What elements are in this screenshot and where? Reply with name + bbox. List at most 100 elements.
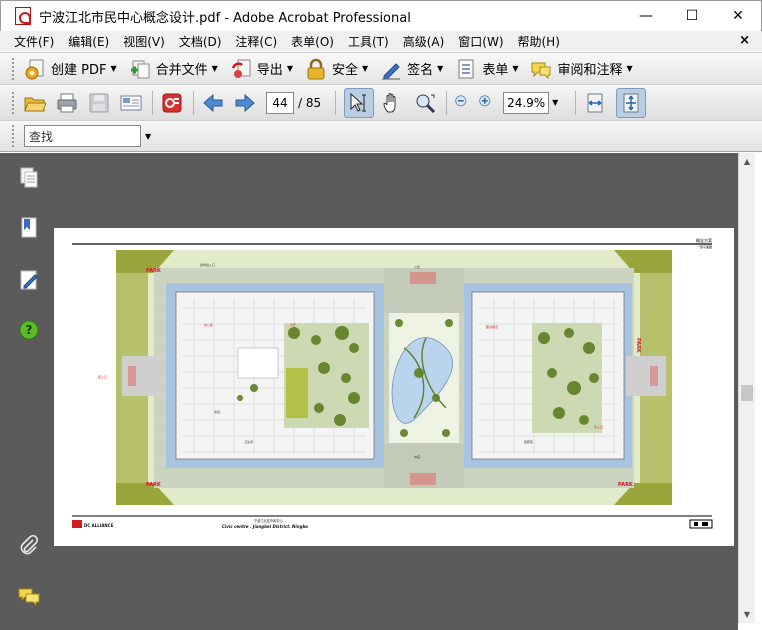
east-parking — [650, 366, 658, 386]
menu-advanced[interactable]: 高级(A) — [403, 33, 445, 50]
window-controls: — ☐ ✕ — [623, 1, 761, 31]
zoom-out-icon[interactable] — [455, 94, 471, 111]
menu-tools[interactable]: 工具(T) — [348, 33, 389, 50]
combine-files-icon — [130, 60, 150, 78]
menu-view[interactable]: 视图(V) — [123, 33, 165, 50]
close-window-button[interactable]: ✕ — [715, 1, 761, 31]
court-label: 中庭 — [414, 454, 420, 459]
export-icon — [231, 59, 251, 78]
east-entrance-pad — [626, 356, 666, 396]
combine-files-label: 合并文件 — [155, 63, 208, 78]
minimize-button[interactable]: — — [623, 1, 669, 31]
fit-width-icon[interactable] — [584, 92, 606, 114]
review-comment-button[interactable]: 审阅和注释 ▼ — [530, 58, 633, 80]
pages-panel-icon[interactable] — [18, 167, 40, 189]
wc-label: 卫生间 — [244, 439, 253, 444]
sign-button[interactable]: 签名 ▼ — [380, 58, 443, 80]
east-entry-label: 东入口 — [594, 424, 603, 429]
title-bar: 宁波江北市民中心概念设计.pdf - Adobe Acrobat Profess… — [0, 0, 762, 31]
navigation-pane: ? — [0, 153, 54, 630]
attachments-paperclip-icon[interactable] — [18, 535, 40, 557]
toolbar-grip[interactable] — [12, 125, 16, 147]
select-cursor-icon — [350, 92, 367, 112]
form-icon — [458, 59, 474, 78]
export-button[interactable]: 导出 ▼ — [230, 58, 293, 80]
office-label: 办公区 — [204, 322, 213, 327]
menu-comments[interactable]: 注释(C) — [235, 33, 277, 50]
west-hall — [237, 347, 279, 379]
arrow-right-icon[interactable] — [234, 92, 256, 114]
chevron-down-icon: ▼ — [286, 64, 293, 73]
toolbar-grip[interactable] — [12, 91, 16, 114]
menu-file[interactable]: 文件(F) — [14, 33, 54, 50]
scroll-thumb[interactable] — [741, 385, 753, 401]
footer-scale-mark — [689, 519, 713, 529]
email-icon[interactable] — [120, 92, 142, 114]
page-header-label: 概念方案 — [696, 237, 712, 243]
footer-en-title: Civic centre . Jiangbei District. Ningbo — [222, 524, 308, 529]
west-parking — [128, 366, 136, 386]
entry-label: 建筑出入口 — [200, 262, 215, 267]
lock-icon — [307, 58, 325, 79]
forms-button[interactable]: 表单 ▼ — [455, 58, 518, 80]
chevron-down-icon: ▼ — [437, 64, 444, 73]
arrow-left-icon[interactable] — [202, 92, 224, 114]
open-folder-icon[interactable] — [24, 92, 46, 114]
bookmarks-panel-icon[interactable] — [18, 217, 40, 239]
toolbar-grip[interactable] — [12, 57, 16, 80]
zoom-level-input[interactable]: 24.9% — [503, 91, 550, 114]
organizer-icon[interactable] — [161, 92, 183, 114]
pen-icon — [382, 62, 401, 79]
zoom-tool-icon[interactable] — [414, 92, 436, 114]
toolbar-separator — [152, 90, 153, 115]
comments-panel-icon[interactable] — [18, 585, 40, 607]
maximize-button[interactable]: ☐ — [669, 1, 715, 31]
find-toolbar: 查找 ▼ — [0, 120, 762, 152]
combine-files-button[interactable]: 合并文件 ▼ — [129, 58, 218, 80]
toolbar-separator — [446, 90, 448, 115]
park-label-se: PARK — [618, 482, 634, 488]
toolbar-separator — [193, 90, 194, 115]
chevron-down-icon: ▼ — [211, 64, 218, 73]
create-pdf-button[interactable]: 创建 PDF ▼ — [24, 58, 117, 80]
fit-page-button[interactable] — [616, 87, 647, 118]
hall-label: 大厅 — [290, 322, 296, 327]
menu-bar: 文件(F) 编辑(E) 视图(V) 文档(D) 注释(C) 表单(O) 工具(T… — [0, 31, 762, 51]
forms-label: 表单 — [482, 63, 509, 78]
hand-tool-icon[interactable] — [382, 92, 404, 114]
dc-alliance-logo-mark — [72, 520, 82, 528]
chevron-down-icon: ▼ — [361, 64, 369, 73]
scroll-up-arrow[interactable]: ▲ — [739, 153, 755, 170]
chevron-down-icon: ▼ — [110, 64, 117, 73]
site-plan-drawing: 概念方案 一层平面图 PARK PARK PARK PARK 西入口 办公区 大… — [72, 237, 713, 529]
select-tool-button[interactable] — [344, 87, 375, 118]
save-icon[interactable] — [88, 92, 110, 114]
menu-document[interactable]: 文档(D) — [179, 33, 222, 50]
review-comment-label: 审阅和注释 — [557, 63, 623, 78]
find-input[interactable]: 查找 — [24, 125, 141, 147]
total-pages-label: / 85 — [298, 95, 322, 110]
vertical-scrollbar[interactable]: ▲ ▼ — [738, 153, 755, 623]
sign-label: 签名 — [407, 63, 434, 78]
print-icon[interactable] — [56, 92, 78, 114]
scroll-down-arrow[interactable]: ▼ — [739, 606, 755, 623]
document-view[interactable]: 概念方案 一层平面图 PARK PARK PARK PARK 西入口 办公区 大… — [54, 153, 738, 630]
create-pdf-icon — [25, 59, 44, 79]
find-options-dropdown[interactable]: ▼ — [145, 132, 151, 141]
help-icon[interactable]: ? — [18, 319, 40, 341]
chevron-down-icon: ▼ — [512, 64, 519, 73]
zoom-dropdown-button[interactable]: ▼ — [549, 92, 561, 114]
park-label-sw: PARK — [146, 482, 162, 488]
export-label: 导出 — [256, 63, 283, 78]
fit-page-icon — [623, 93, 639, 112]
secure-button[interactable]: 安全 ▼ — [305, 58, 368, 80]
menu-forms[interactable]: 表单(O) — [291, 33, 334, 50]
close-document-button[interactable]: × — [739, 33, 750, 48]
current-page-input[interactable]: 44 — [266, 91, 294, 114]
menu-edit[interactable]: 编辑(E) — [68, 33, 109, 50]
signatures-panel-icon[interactable] — [18, 269, 40, 291]
menu-help[interactable]: 帮助(H) — [518, 33, 560, 50]
menu-window[interactable]: 窗口(W) — [458, 33, 503, 50]
zoom-in-icon[interactable] — [479, 94, 495, 111]
shop-label: 商店 — [214, 409, 220, 414]
